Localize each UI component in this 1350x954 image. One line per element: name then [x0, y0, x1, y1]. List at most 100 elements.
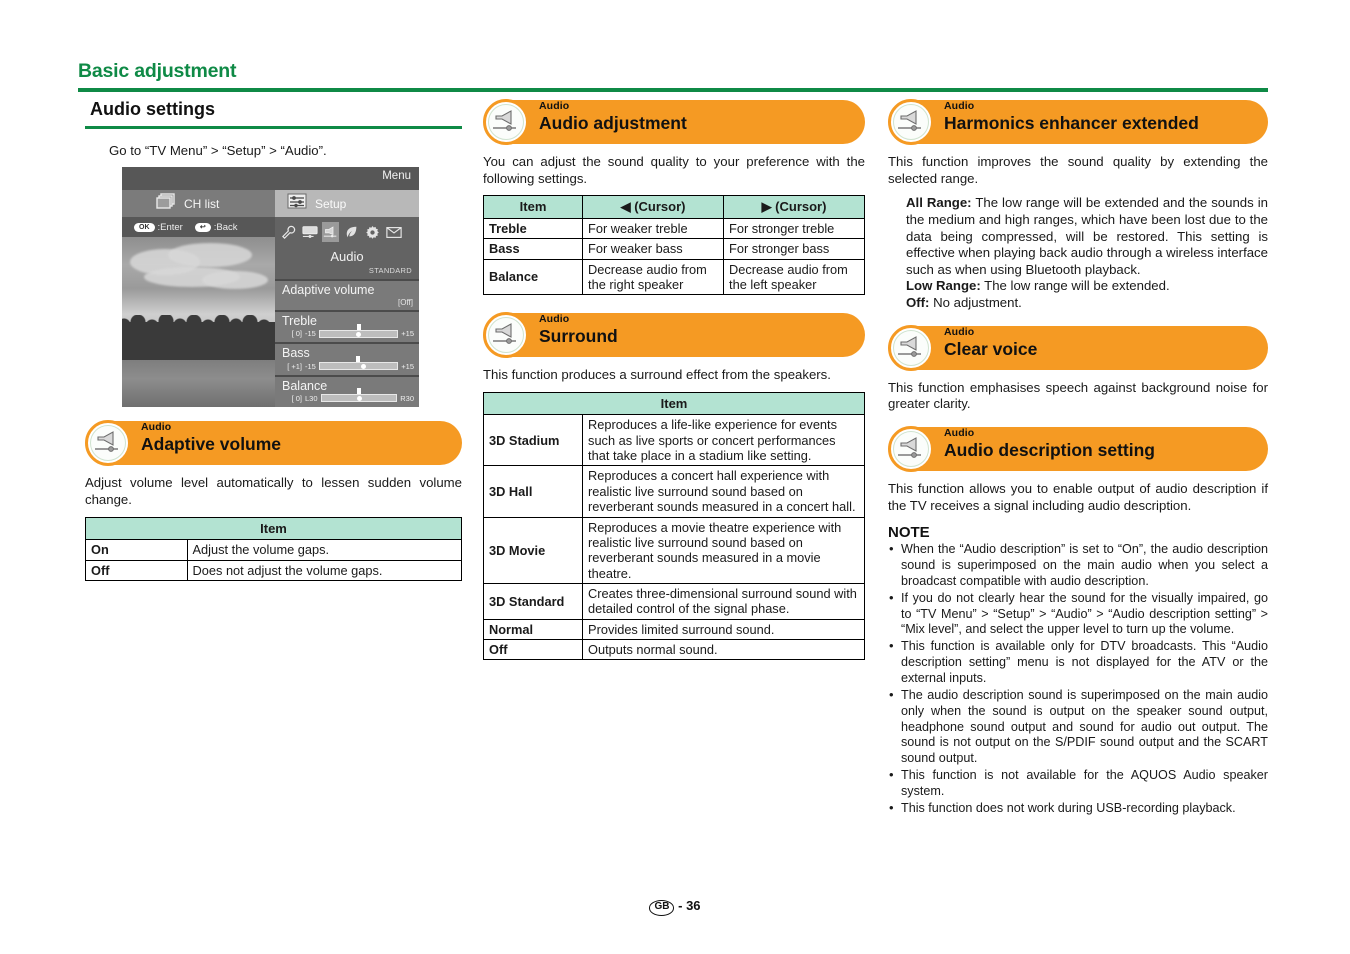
- osd-slider-knob[interactable]: [356, 396, 362, 402]
- osd-top-bar: Menu: [122, 167, 419, 191]
- table-row: 3D Movie Reproduces a movie theatre expe…: [482, 516, 865, 584]
- osd-tab-setup-label: Setup: [315, 196, 347, 211]
- photo-field: [122, 359, 275, 408]
- table-row: Treble For weaker treble For stronger tr…: [482, 217, 865, 240]
- osd-tab-setup[interactable]: Setup: [275, 190, 419, 218]
- picture-icon[interactable]: [301, 222, 318, 242]
- audio-speaker-icon: [888, 324, 934, 371]
- back-key-label: :Back: [213, 221, 238, 233]
- back-key-pill: ↩: [194, 222, 211, 232]
- osd-slider-min: -15: [305, 329, 316, 339]
- osd-slider-row[interactable]: [ +1] -15 +15: [275, 356, 419, 372]
- wrench-icon[interactable]: [280, 222, 297, 242]
- option-text: The low range will be extended.: [980, 278, 1170, 294]
- table-cell-key: Off: [85, 559, 188, 581]
- note-item: This function does not work during USB-r…: [888, 800, 1268, 817]
- eco-icon[interactable]: [343, 222, 360, 242]
- osd-tab-ch-list[interactable]: CH list: [122, 190, 275, 218]
- table-cell-desc: Reproduces a movie theatre experience wi…: [582, 516, 865, 584]
- banner-labels: Audio Clear voice: [944, 326, 1254, 359]
- table-cell-desc: Does not adjust the volume gaps.: [186, 559, 463, 581]
- banner-labels: Audio Surround: [539, 313, 851, 347]
- clear-voice-description: This function emphasises speech against …: [888, 379, 1268, 412]
- osd-slider-track[interactable]: [318, 356, 399, 371]
- audio-settings-intro: Go to “TV Menu” > “Setup” > “Audio”.: [109, 142, 327, 158]
- gear-icon[interactable]: [364, 222, 381, 242]
- table-cell-key: 3D Movie: [482, 516, 584, 584]
- option-term: All Range:: [906, 195, 972, 211]
- table-cell-right: For stronger bass: [723, 238, 865, 260]
- table-cell-desc: Outputs normal sound.: [582, 638, 865, 661]
- banner-title: Surround: [539, 326, 618, 347]
- banner-labels: Audio Harmonics enhancer extended: [944, 100, 1254, 134]
- option-text: No adjustment.: [929, 295, 1022, 310]
- osd-slider-max: +15: [401, 329, 414, 339]
- page-number: 36: [686, 898, 701, 913]
- note-item: The audio description sound is superimpo…: [888, 687, 1268, 767]
- table-row: 3D Stadium Reproduces a life-like experi…: [482, 414, 865, 467]
- table-cell-desc: Creates three-dimensional surround sound…: [582, 582, 865, 620]
- osd-slider-bass[interactable]: Bass [ +1] -15 +15: [275, 342, 419, 375]
- section-rule: [85, 125, 462, 129]
- audio-adjustment-description: You can adjust the sound quality to your…: [483, 154, 865, 186]
- osd-slider-value: [ 0]: [291, 329, 302, 339]
- footer-separator: -: [678, 898, 683, 913]
- harmonics-option-low-range: Low Range: The low range will be extende…: [888, 278, 1268, 295]
- section-title: Audio settings: [90, 99, 215, 119]
- manual-page: Basic adjustment Audio settings Go to “T…: [0, 0, 1350, 954]
- osd-slider-label: Balance: [282, 378, 328, 393]
- table-cell-key: 3D Stadium: [482, 414, 584, 467]
- table-cell-left: For weaker bass: [582, 238, 725, 260]
- function-banner-audio-adjustment: Audio Audio adjustment: [483, 99, 865, 145]
- table-header-right-cursor: ▶ (Cursor): [723, 195, 865, 219]
- osd-slider-row[interactable]: [ 0] -15 +15: [275, 323, 419, 339]
- banner-category: Audio: [539, 313, 570, 326]
- banner-category: Audio: [141, 421, 172, 434]
- photo-treeline: [122, 315, 275, 360]
- table-cell-desc: Provides limited surround sound.: [582, 618, 865, 640]
- table-row: 3D Standard Creates three-dimensional su…: [482, 582, 865, 620]
- osd-category-icons: [275, 217, 419, 248]
- note-item: If you do not clearly hear the sound for…: [888, 590, 1268, 639]
- osd-option-adaptive-volume[interactable]: Adaptive volume [Off]: [275, 279, 419, 310]
- osd-slider-knob[interactable]: [360, 364, 366, 370]
- option-term: Low Range:: [906, 278, 981, 294]
- osd-slider-label: Treble: [282, 313, 317, 328]
- function-banner-adaptive-volume: Audio Adaptive volume: [85, 420, 462, 467]
- osd-slider-max: +15: [401, 361, 414, 371]
- banner-title: Audio description setting: [944, 439, 1155, 460]
- osd-slider-treble[interactable]: Treble [ 0] -15 +15: [275, 309, 419, 343]
- note-item: This function is not available for the A…: [888, 767, 1268, 800]
- osd-key-hints: OK :Enter ↩ :Back: [122, 217, 275, 238]
- mail-icon[interactable]: [385, 222, 402, 242]
- osd-option-label: Adaptive volume: [282, 283, 375, 298]
- osd-slider-marker: [356, 356, 361, 363]
- audio-speaker-icon: [483, 312, 529, 359]
- table-header-row: Item: [85, 516, 462, 541]
- osd-slider-balance[interactable]: Balance [ 0] L30 R30: [275, 374, 419, 407]
- osd-slider-value: [ 0]: [291, 393, 302, 403]
- banner-labels: Audio Audio adjustment: [539, 100, 851, 133]
- osd-slider-marker: [357, 388, 362, 395]
- audio-icon[interactable]: [322, 222, 339, 243]
- table-cell-item: Bass: [482, 238, 584, 260]
- table-row: Off Outputs normal sound.: [482, 638, 865, 661]
- audio-speaker-icon: [483, 99, 529, 145]
- osd-tab-ch-list-label: CH list: [184, 196, 220, 211]
- osd-slider-track[interactable]: [318, 323, 399, 338]
- banner-title: Adaptive volume: [141, 434, 282, 455]
- banner-title: Harmonics enhancer extended: [944, 113, 1199, 134]
- osd-slider-min: L30: [305, 393, 318, 403]
- table-cell-key: On: [85, 539, 188, 561]
- table-cell-desc: Reproduces a life-like experience for ev…: [582, 414, 865, 467]
- running-head-rule: [78, 87, 1268, 92]
- osd-slider-knob[interactable]: [356, 331, 362, 337]
- note-item: When the “Audio description” is set to “…: [888, 541, 1268, 590]
- table-row: 3D Hall Reproduces a concert hall experi…: [482, 465, 865, 518]
- table-cell-right: Decrease audio from the left speaker: [723, 258, 865, 296]
- osd-slider-row[interactable]: [ 0] L30 R30: [275, 388, 419, 404]
- osd-slider-track[interactable]: [320, 388, 398, 403]
- audio-adjustment-table: Item ◀ (Cursor) ▶ (Cursor) Treble For we…: [482, 195, 865, 296]
- surround-description: This function produces a surround effect…: [483, 367, 831, 383]
- table-row: Normal Provides limited surround sound.: [482, 618, 865, 640]
